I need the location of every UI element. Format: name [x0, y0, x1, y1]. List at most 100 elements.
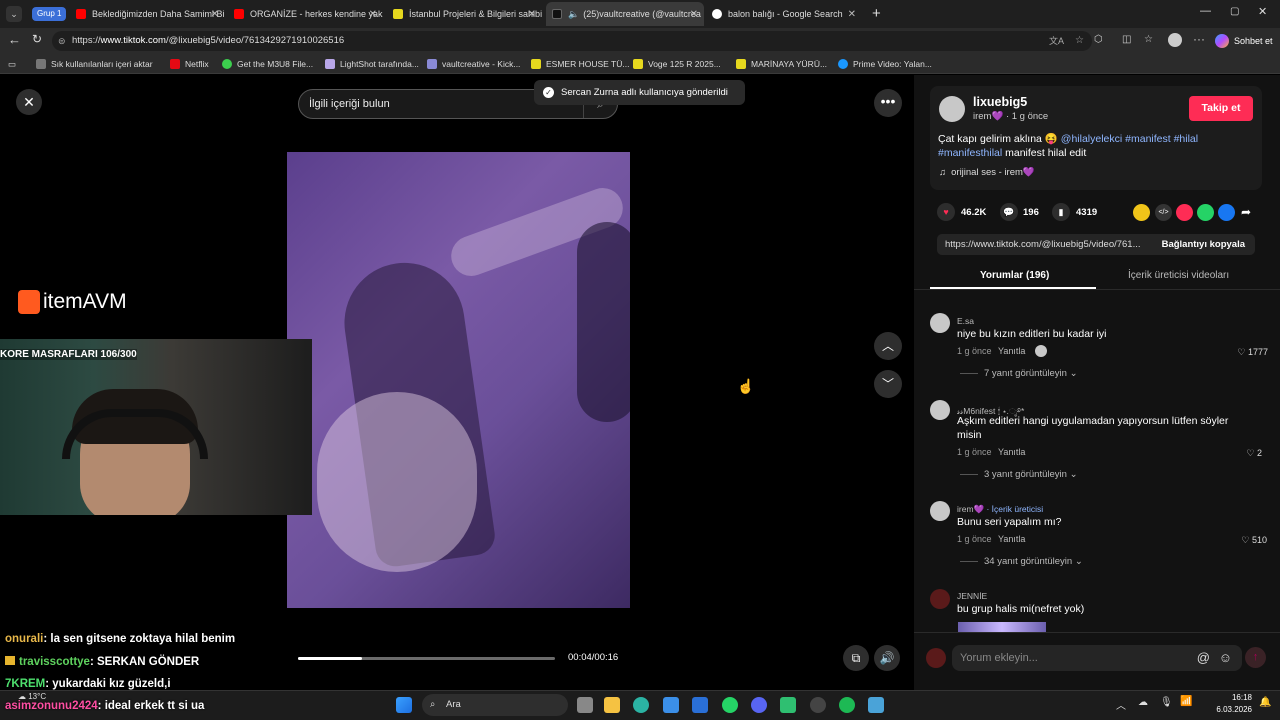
onedrive-icon[interactable]: ☁	[1138, 697, 1148, 708]
tab-4[interactable]: balon balığı - Google Search ✕	[706, 2, 862, 26]
close-window-icon[interactable]: ✕	[1258, 5, 1267, 18]
emoji-icon[interactable]: ☺	[1219, 645, 1232, 671]
reply-button[interactable]: Yanıtla	[998, 346, 1025, 356]
tab-creator-videos[interactable]: İçerik üreticisi videoları	[1128, 270, 1229, 281]
bookmark-1[interactable]: Netflix	[170, 57, 209, 71]
refresh-icon[interactable]: ↻	[32, 32, 42, 46]
spotify-icon[interactable]	[839, 697, 855, 713]
share-arrow-icon[interactable]: ➦	[1241, 205, 1251, 219]
split-screen-icon[interactable]: ◫	[1122, 34, 1131, 45]
extensions-icon[interactable]: ⬡	[1094, 34, 1103, 45]
vpn-icon[interactable]	[868, 697, 884, 713]
close-tab-icon[interactable]: ✕	[848, 9, 856, 20]
embed-code-icon[interactable]: </>	[1155, 204, 1172, 221]
bookmark-2[interactable]: Get the M3U8 File...	[222, 57, 313, 71]
new-tab-icon[interactable]: +	[872, 5, 881, 22]
commenter-name[interactable]: E.sa	[957, 316, 974, 326]
more-menu-icon[interactable]: ···	[1193, 32, 1205, 46]
minimize-icon[interactable]: —	[1200, 5, 1211, 17]
taskbar-search[interactable]: ⌕ Ara	[422, 694, 568, 716]
file-explorer-icon[interactable]	[604, 697, 620, 713]
bookmark-icon[interactable]: ▮	[1052, 203, 1070, 221]
previous-video-button[interactable]: ︿	[874, 332, 902, 360]
wifi-icon[interactable]: 📶	[1180, 696, 1192, 707]
close-tab-icon[interactable]: ✕	[528, 9, 536, 20]
microphone-icon[interactable]: 🎙	[1160, 697, 1173, 708]
mail-icon[interactable]	[692, 697, 708, 713]
task-view-icon[interactable]	[577, 697, 593, 713]
whatsapp-icon[interactable]	[1197, 204, 1214, 221]
more-options-button[interactable]: •••	[874, 89, 902, 117]
favorites-icon[interactable]: ☆	[1144, 34, 1153, 45]
next-video-button[interactable]: ﹀	[874, 370, 902, 398]
tray-chevron-icon[interactable]: ︿	[1116, 697, 1126, 712]
copy-link-button[interactable]: Bağlantıyı kopyala	[1162, 234, 1245, 255]
comment-icon[interactable]: 💬	[1000, 203, 1018, 221]
back-icon[interactable]: ←	[8, 32, 21, 47]
tab-actions-chevron-icon[interactable]: ⌄	[6, 6, 22, 22]
obs-icon[interactable]	[810, 697, 826, 713]
author-avatar[interactable]	[939, 96, 965, 122]
tab-2[interactable]: İstanbul Projeleri & Bilgileri sahibi ✕	[387, 2, 542, 26]
bookmark-5[interactable]: ESMER HOUSE TÜ...	[531, 57, 629, 71]
comment-image[interactable]	[958, 622, 1046, 632]
facebook-icon[interactable]	[1218, 204, 1235, 221]
view-replies[interactable]: 7 yanıt görüntüleyin ⌄	[960, 368, 1078, 379]
view-replies[interactable]: 34 yanıt görüntüleyin ⌄	[960, 556, 1083, 567]
commenter-name[interactable]: irem💜 · İçerik üreticisi	[957, 504, 1043, 515]
tab-comments[interactable]: Yorumlar (196)	[980, 270, 1049, 281]
like-heart-icon[interactable]: ♥	[937, 203, 955, 221]
emoji-share-icon[interactable]	[1133, 204, 1150, 221]
favorite-star-icon[interactable]: ☆	[1075, 31, 1084, 51]
close-tab-icon[interactable]: ✕	[690, 9, 698, 20]
profile-avatar[interactable]	[1168, 33, 1182, 47]
copilot-button[interactable]: Sohbet et	[1215, 32, 1273, 50]
comment-likes[interactable]: ♡ 2	[1226, 448, 1262, 459]
bookmark-3[interactable]: LightShot tarafında...	[325, 57, 419, 71]
reply-button[interactable]: Yanıtla	[998, 534, 1025, 544]
close-tab-icon[interactable]: ✕	[369, 9, 377, 20]
video-progress-bar[interactable]	[298, 657, 555, 660]
post-comment-button[interactable]: ↑	[1245, 647, 1266, 668]
author-username[interactable]: lixuebig5	[973, 95, 1027, 109]
commenter-avatar[interactable]	[930, 501, 950, 521]
sound-row[interactable]: ♫ orijinal ses - irem💜	[939, 167, 1035, 178]
comment-likes[interactable]: ♡ 1777	[1232, 347, 1268, 358]
follow-button[interactable]: Takip et	[1189, 96, 1253, 121]
whatsapp-icon[interactable]	[722, 697, 738, 713]
close-video-button[interactable]: ✕	[16, 89, 42, 115]
volume-button[interactable]: 🔊	[874, 645, 900, 671]
comment-likes[interactable]: ♡ 510	[1231, 535, 1267, 546]
edge-icon[interactable]	[633, 697, 649, 713]
discord-icon[interactable]	[751, 697, 767, 713]
commenter-avatar[interactable]	[930, 589, 950, 609]
bookmark-7[interactable]: MARİNAYA YÜRÜ...	[736, 57, 827, 71]
floating-player-button[interactable]: ⧉	[843, 645, 869, 671]
speaker-icon[interactable]: 🔈	[568, 9, 579, 20]
bookmarks-import-icon[interactable]: ▭	[8, 57, 16, 71]
store-icon[interactable]	[663, 697, 679, 713]
close-tab-icon[interactable]: ✕	[211, 9, 219, 20]
windows-start-icon[interactable]	[396, 697, 412, 713]
bookmark-6[interactable]: Voge 125 R 2025...	[633, 57, 721, 71]
bookmark-4[interactable]: vaultcreative - Kick...	[427, 57, 520, 71]
bookmark-0[interactable]: Sık kullanılanları içeri aktar	[36, 57, 153, 71]
site-info-icon[interactable]: ⊜	[58, 31, 66, 51]
tab-group-chip[interactable]: Grup 1	[32, 7, 67, 21]
tab-3-active[interactable]: 🔈 (25)vaultcreative (@vaultcrea ✕	[546, 2, 704, 26]
url-field[interactable]: ⊜ https://www.tiktok.com/@lixuebig5/vide…	[52, 31, 1092, 51]
reply-button[interactable]: Yanıtla	[998, 447, 1025, 457]
comment-input[interactable]: Yorum ekleyin... @ ☺	[952, 645, 1242, 671]
share-link-box[interactable]: https://www.tiktok.com/@lixuebig5/video/…	[937, 234, 1255, 255]
commenter-avatar[interactable]	[930, 313, 950, 333]
tab-1[interactable]: ORGANİZE - herkes kendine yakışa ✕	[228, 2, 383, 26]
commenter-name[interactable]: JENNİE	[957, 591, 987, 601]
send-icon[interactable]	[1176, 204, 1193, 221]
view-replies[interactable]: 3 yanıt görüntüleyin ⌄	[960, 469, 1078, 480]
bookmark-8[interactable]: Prime Video: Yalan...	[838, 57, 932, 71]
maximize-icon[interactable]: ▢	[1230, 6, 1239, 17]
app-icon[interactable]	[780, 697, 796, 713]
commenter-avatar[interactable]	[930, 400, 950, 420]
taskbar-clock[interactable]: 16:18 6.03.2026	[1208, 692, 1252, 716]
mention-icon[interactable]: @	[1197, 645, 1210, 671]
